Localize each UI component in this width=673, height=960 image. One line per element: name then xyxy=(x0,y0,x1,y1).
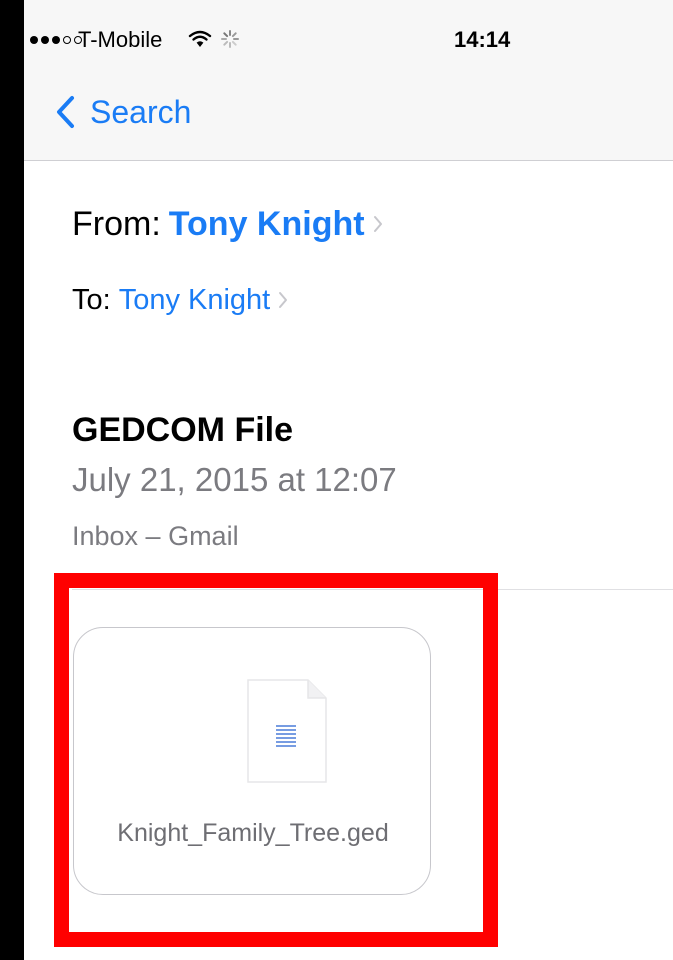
signal-strength-indicator xyxy=(30,36,82,44)
from-label: From: xyxy=(72,204,161,243)
chevron-left-icon xyxy=(57,96,74,128)
to-label: To: xyxy=(72,283,111,316)
chevron-right-icon xyxy=(373,216,382,232)
back-button-label: Search xyxy=(90,94,192,130)
signal-dot-filled xyxy=(41,36,49,44)
activity-icon xyxy=(221,30,239,48)
recipient-name-link[interactable]: Tony Knight xyxy=(119,284,271,317)
back-button[interactable]: Search xyxy=(54,90,191,134)
signal-dot-empty xyxy=(63,36,71,44)
to-row: To: Tony Knight xyxy=(72,280,288,320)
mailbox-label: Inbox – Gmail xyxy=(72,521,239,551)
carrier-name: T-Mobile xyxy=(78,27,163,52)
attachment-file-name: Knight_Family_Tree.ged xyxy=(117,819,389,847)
attachment-card[interactable]: Knight_Family_Tree.ged xyxy=(73,627,431,895)
from-row: From: Tony Knight xyxy=(72,200,383,248)
status-time: 14:14 xyxy=(454,27,511,52)
wifi-icon xyxy=(188,30,212,47)
signal-dot-filled xyxy=(30,36,38,44)
document-icon xyxy=(247,679,327,783)
sender-name-link[interactable]: Tony Knight xyxy=(169,205,365,244)
navigation-bar: Search xyxy=(24,72,673,161)
signal-dot-filled xyxy=(52,36,60,44)
message-subject: GEDCOM File xyxy=(72,411,294,449)
chevron-right-icon xyxy=(279,292,288,308)
status-bar: T-Mobile 14:14 xyxy=(24,0,673,72)
mail-screen: T-Mobile 14:14 Search From: Tony Knight … xyxy=(24,0,673,960)
message-date: July 21, 2015 at 12:07 xyxy=(72,461,397,498)
